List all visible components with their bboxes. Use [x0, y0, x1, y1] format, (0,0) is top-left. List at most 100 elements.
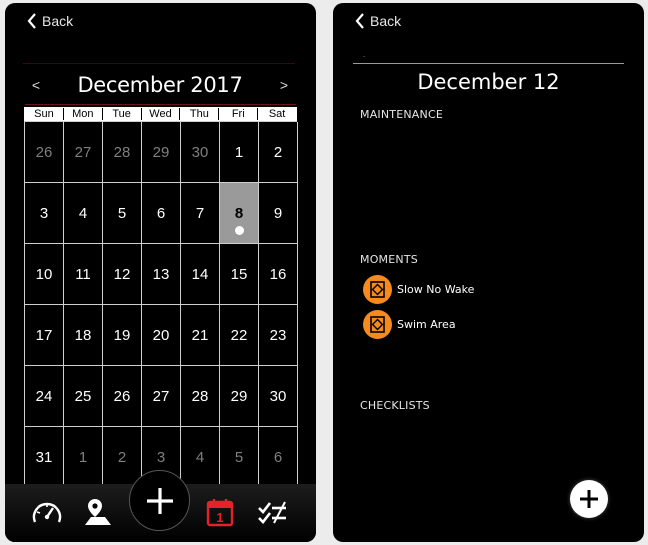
- day-number: 13: [152, 265, 170, 283]
- calendar-day[interactable]: 31: [25, 427, 64, 488]
- calendar-day[interactable]: 26: [103, 366, 142, 427]
- day-number: 23: [269, 326, 287, 344]
- day-number: 5: [234, 448, 244, 466]
- day-number: 2: [273, 143, 283, 161]
- calendar-day[interactable]: 5: [220, 427, 259, 488]
- weekday-label: Sun: [25, 108, 64, 120]
- calendar-grid: Sun Mon Tue Wed Thu Fri Sat 26 27 28 29 30 1 2 3 4 5 6 7 8…: [24, 107, 298, 488]
- plus-icon: [146, 487, 173, 514]
- day-number: 16: [269, 265, 287, 283]
- day-number: 30: [191, 143, 209, 161]
- day-number: 12: [113, 265, 131, 283]
- header-divider: [23, 63, 295, 64]
- calendar-day[interactable]: 9: [259, 183, 298, 244]
- calendar-day[interactable]: 29: [220, 366, 259, 427]
- day-title: December 12: [417, 70, 560, 94]
- calendar-day[interactable]: 14: [181, 244, 220, 305]
- calendar-day[interactable]: 27: [64, 122, 103, 183]
- calendar-day[interactable]: 4: [64, 183, 103, 244]
- day-detail-screen: Back . December 12 MAINTENANCE MOMENTS S…: [333, 3, 644, 542]
- day-number: 20: [152, 326, 170, 344]
- moment-item[interactable]: Slow No Wake: [363, 275, 474, 304]
- add-button[interactable]: [129, 470, 190, 531]
- calendar-day[interactable]: 5: [103, 183, 142, 244]
- day-number: 21: [191, 326, 209, 344]
- calendar-day[interactable]: 21: [181, 305, 220, 366]
- calendar-day[interactable]: 11: [64, 244, 103, 305]
- tab-dashboard[interactable]: [30, 496, 64, 528]
- add-entry-button[interactable]: [570, 480, 608, 518]
- back-label: Back: [42, 13, 74, 29]
- moment-item[interactable]: Swim Area: [363, 310, 456, 339]
- calendar-day[interactable]: 12: [103, 244, 142, 305]
- moment-label: Swim Area: [397, 318, 456, 331]
- day-number: 30: [269, 387, 287, 405]
- calendar-day[interactable]: 29: [142, 122, 181, 183]
- calendar-day[interactable]: 16: [259, 244, 298, 305]
- weekday-label: Wed: [142, 108, 181, 120]
- day-number: 8: [234, 204, 244, 222]
- maintenance-heading: MAINTENANCE: [360, 108, 443, 121]
- tab-calendar[interactable]: 1: [203, 496, 237, 528]
- tab-map[interactable]: [81, 496, 115, 528]
- calendar-day[interactable]: 28: [103, 122, 142, 183]
- weekday-header: Sun Mon Tue Wed Thu Fri Sat: [24, 107, 297, 121]
- calendar-day[interactable]: 1: [64, 427, 103, 488]
- weekday-label: Mon: [64, 108, 103, 120]
- buoy-marker-icon: [363, 310, 392, 339]
- day-number: 25: [74, 387, 92, 405]
- calendar-day[interactable]: 4: [181, 427, 220, 488]
- weekday-label: Tue: [103, 108, 142, 120]
- calendar-day[interactable]: 3: [25, 183, 64, 244]
- day-number: 28: [113, 143, 131, 161]
- calendar-day[interactable]: 19: [103, 305, 142, 366]
- day-number: 9: [273, 204, 283, 222]
- buoy-marker-icon: [363, 275, 392, 304]
- weekday-label: Thu: [180, 108, 220, 120]
- weekday-label: Fri: [219, 108, 259, 120]
- calendar-day[interactable]: 22: [220, 305, 259, 366]
- day-number: 26: [113, 387, 131, 405]
- back-button[interactable]: Back: [27, 13, 73, 29]
- calendar-day[interactable]: 25: [64, 366, 103, 427]
- back-button[interactable]: Back: [355, 13, 401, 29]
- day-number: 1: [234, 143, 244, 161]
- checklist-icon: [258, 501, 286, 524]
- next-month-button[interactable]: >: [273, 77, 295, 93]
- calendar-day[interactable]: 20: [142, 305, 181, 366]
- back-label: Back: [370, 13, 402, 29]
- month-divider: [25, 104, 296, 105]
- calendar-day[interactable]: 28: [181, 366, 220, 427]
- calendar-day[interactable]: 23: [259, 305, 298, 366]
- day-number: 29: [230, 387, 248, 405]
- calendar-day[interactable]: 1: [220, 122, 259, 183]
- calendar-day[interactable]: 27: [142, 366, 181, 427]
- moments-heading: MOMENTS: [360, 253, 418, 266]
- calendar-day[interactable]: 30: [181, 122, 220, 183]
- calendar-day[interactable]: 7: [181, 183, 220, 244]
- calendar-day[interactable]: 15: [220, 244, 259, 305]
- calendar-day[interactable]: 6: [142, 183, 181, 244]
- day-number: 15: [230, 265, 248, 283]
- calendar-day[interactable]: 10: [25, 244, 64, 305]
- calendar-day[interactable]: 18: [64, 305, 103, 366]
- day-number: 22: [230, 326, 248, 344]
- day-number: 1: [78, 448, 88, 466]
- day-number: 6: [156, 204, 166, 222]
- calendar-day[interactable]: 2: [259, 122, 298, 183]
- calendar-day[interactable]: 30: [259, 366, 298, 427]
- calendar-day[interactable]: 6: [259, 427, 298, 488]
- calendar-day[interactable]: 17: [25, 305, 64, 366]
- day-number: 5: [117, 204, 127, 222]
- calendar-icon: 1: [206, 499, 234, 527]
- prev-month-button[interactable]: <: [25, 77, 47, 93]
- day-number: 3: [156, 448, 166, 466]
- moment-label: Slow No Wake: [397, 283, 475, 296]
- calendar-day[interactable]: 13: [142, 244, 181, 305]
- calendar-day[interactable]: 26: [25, 122, 64, 183]
- day-number: 3: [39, 204, 49, 222]
- calendar-day-selected[interactable]: 8: [220, 183, 259, 244]
- calendar-day[interactable]: 24: [25, 366, 64, 427]
- day-number: 6: [273, 448, 283, 466]
- tab-checklist[interactable]: [255, 496, 289, 528]
